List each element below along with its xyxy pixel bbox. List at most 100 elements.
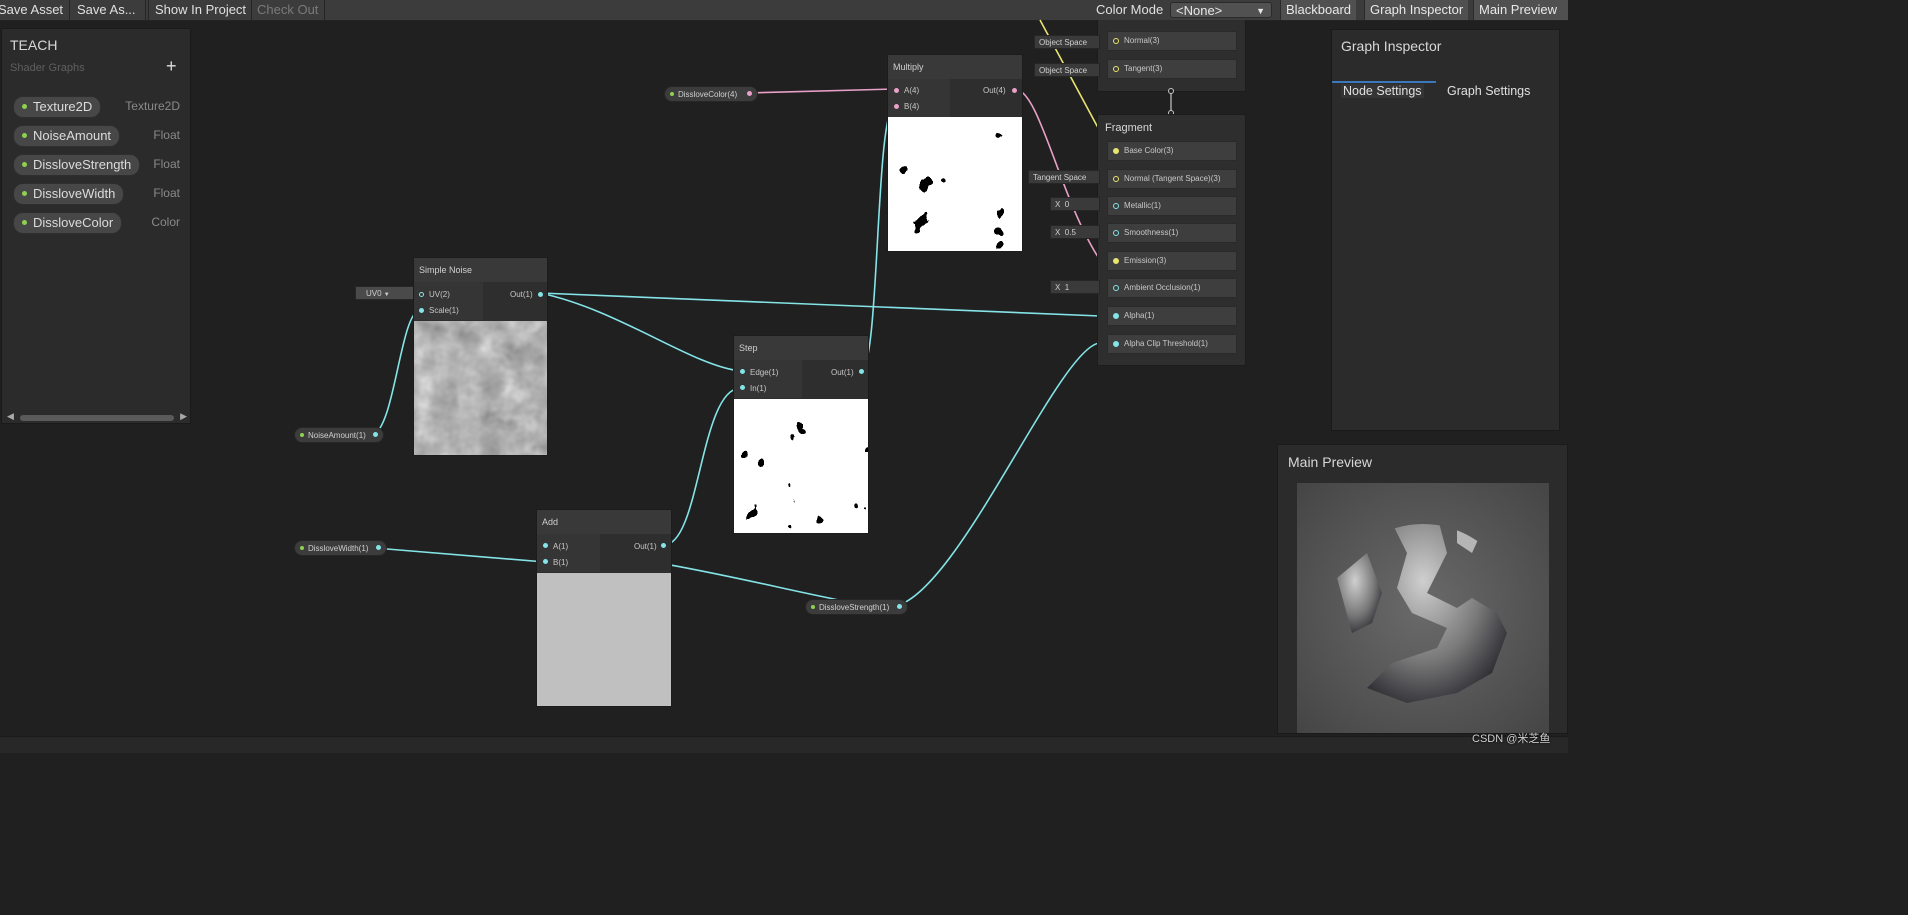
scrollbar-thumb[interactable] bbox=[20, 415, 174, 421]
input-port[interactable] bbox=[419, 308, 424, 313]
fragment-slot-ambient-occlusion[interactable]: Ambient Occlusion(1) bbox=[1107, 278, 1237, 298]
port-label: A(1) bbox=[553, 542, 569, 551]
wire-width-to-add-b bbox=[374, 547, 546, 563]
vertex-context: Normal(3) Tangent(3) bbox=[1097, 20, 1246, 92]
input-port[interactable] bbox=[740, 369, 745, 374]
output-port[interactable] bbox=[373, 432, 378, 437]
input-port[interactable] bbox=[419, 292, 424, 297]
wire-strength-to-clip bbox=[895, 342, 1101, 607]
node-add[interactable]: Add A(1) B(1) Out(1) bbox=[536, 509, 672, 707]
port-label: In(1) bbox=[750, 384, 767, 393]
property-node-noise-amount[interactable]: NoiseAmount(1) bbox=[294, 427, 384, 443]
fragment-slot-emission[interactable]: Emission(3) bbox=[1107, 251, 1237, 271]
property-name: DissloveStrength bbox=[33, 157, 132, 172]
port-label: Out(4) bbox=[983, 86, 1006, 95]
node-title: Step bbox=[734, 336, 868, 360]
property-dot-icon bbox=[22, 104, 27, 109]
vertex-slot-normal[interactable]: Normal(3) bbox=[1107, 31, 1237, 51]
port-label: B(4) bbox=[904, 102, 920, 111]
fragment-slot-metallic[interactable]: Metallic(1) bbox=[1107, 196, 1237, 216]
tab-node-settings[interactable]: Node Settings bbox=[1341, 84, 1424, 98]
property-dot-icon bbox=[22, 162, 27, 167]
output-port[interactable] bbox=[859, 369, 864, 374]
property-dot-icon bbox=[22, 133, 27, 138]
tab-graph-settings[interactable]: Graph Settings bbox=[1447, 84, 1530, 98]
noise-preview bbox=[414, 321, 547, 455]
node-title: Multiply bbox=[888, 55, 1022, 79]
vertex-slot-tangent[interactable]: Tangent(3) bbox=[1107, 59, 1237, 79]
property-node-dissolve-width[interactable]: DissloveWidth(1) bbox=[294, 540, 387, 556]
port-label: Out(1) bbox=[510, 290, 533, 299]
input-port[interactable] bbox=[543, 559, 548, 564]
multiply-preview bbox=[888, 117, 1022, 251]
fragment-slot-normal[interactable]: Normal (Tangent Space)(3) bbox=[1107, 169, 1237, 189]
normal-tangent-space-field[interactable]: Tangent Space bbox=[1028, 170, 1100, 184]
property-pill-disslovestrength[interactable]: DissloveStrength bbox=[13, 154, 141, 176]
watermark-text: CSDN @米芝鱼 bbox=[1472, 733, 1551, 745]
chevron-down-icon: ▼ bbox=[383, 292, 390, 298]
tangent-space-field[interactable]: Object Space bbox=[1034, 63, 1100, 77]
input-port[interactable] bbox=[894, 104, 899, 109]
property-pill-noiseamount[interactable]: NoiseAmount bbox=[13, 125, 121, 147]
output-port[interactable] bbox=[661, 543, 666, 548]
port-label: UV(2) bbox=[429, 290, 450, 299]
context-connector-icon bbox=[1168, 88, 1174, 94]
output-port[interactable] bbox=[897, 604, 902, 609]
output-port[interactable] bbox=[747, 91, 752, 96]
wire-noise-to-step-edge bbox=[539, 292, 741, 372]
property-pill-dissolvewidth[interactable]: DissloveWidth bbox=[13, 183, 125, 205]
fragment-slot-alpha[interactable]: Alpha(1) bbox=[1107, 306, 1237, 326]
property-name: DissloveWidth bbox=[33, 186, 116, 201]
port-label: Out(1) bbox=[831, 368, 854, 377]
preview-viewport[interactable] bbox=[1297, 483, 1549, 733]
input-port[interactable] bbox=[740, 385, 745, 390]
blackboard-scrollbar[interactable]: ◀ ▶ bbox=[6, 411, 188, 423]
blackboard-subtitle: Shader Graphs bbox=[10, 62, 85, 74]
add-preview bbox=[537, 573, 671, 706]
input-port[interactable] bbox=[894, 88, 899, 93]
node-title: Add bbox=[537, 510, 671, 534]
property-type: Color bbox=[151, 215, 180, 229]
node-multiply[interactable]: Multiply A(4) B(4) Out(4) bbox=[887, 54, 1023, 252]
ao-value-field[interactable]: X 1 bbox=[1050, 280, 1100, 294]
port-label: Scale(1) bbox=[429, 306, 459, 315]
wire-add-to-step-in bbox=[663, 387, 741, 546]
property-node-dissolve-strength[interactable]: DissloveStrength(1) bbox=[805, 599, 908, 615]
node-step[interactable]: Step Edge(1) In(1) Out(1) bbox=[733, 335, 869, 534]
inspector-title: Graph Inspector bbox=[1341, 38, 1442, 54]
fragment-slot-base-color[interactable]: Base Color(3) bbox=[1107, 141, 1237, 161]
scroll-right-icon[interactable]: ▶ bbox=[180, 411, 187, 422]
fragment-slot-smoothness[interactable]: Smoothness(1) bbox=[1107, 223, 1237, 243]
output-port[interactable] bbox=[1012, 88, 1017, 93]
property-type: Float bbox=[153, 128, 180, 142]
preview-title: Main Preview bbox=[1288, 454, 1373, 470]
port-label: Out(1) bbox=[634, 542, 657, 551]
graph-inspector-panel: Graph Inspector Node Settings Graph Sett… bbox=[1331, 29, 1560, 431]
property-pill-dissolvecolor[interactable]: DissloveColor bbox=[13, 212, 123, 234]
wire-noise-to-alpha bbox=[539, 292, 1101, 317]
input-port[interactable] bbox=[543, 543, 548, 548]
add-property-button[interactable]: + bbox=[166, 56, 177, 77]
fragment-slot-alpha-clip[interactable]: Alpha Clip Threshold(1) bbox=[1107, 334, 1237, 354]
property-type: Float bbox=[153, 157, 180, 171]
property-type: Float bbox=[153, 186, 180, 200]
output-port[interactable] bbox=[538, 292, 543, 297]
port-label: B(1) bbox=[553, 558, 569, 567]
scroll-left-icon[interactable]: ◀ bbox=[7, 411, 14, 422]
property-node-dissolve-color[interactable]: DissloveColor(4) bbox=[664, 86, 758, 102]
port-label: A(4) bbox=[904, 86, 920, 95]
property-name: DissloveColor bbox=[33, 215, 114, 230]
uv-channel-dropdown[interactable]: UV0 ▼ bbox=[355, 286, 415, 300]
blackboard-panel: TEACH Shader Graphs + Texture2D Texture2… bbox=[1, 28, 191, 424]
step-preview bbox=[734, 399, 868, 533]
normal-space-field[interactable]: Object Space bbox=[1034, 35, 1100, 49]
property-dot-icon bbox=[22, 191, 27, 196]
property-type: Texture2D bbox=[125, 99, 180, 113]
smoothness-value-field[interactable]: X 0.5 bbox=[1050, 225, 1100, 239]
node-simple-noise[interactable]: Simple Noise UV(2) Scale(1) Out(1) bbox=[413, 257, 548, 456]
port-label: Edge(1) bbox=[750, 368, 779, 377]
property-pill-texture2d[interactable]: Texture2D bbox=[13, 96, 102, 118]
wire-color-to-multiply-a bbox=[745, 88, 896, 94]
metallic-value-field[interactable]: X 0 bbox=[1050, 197, 1100, 211]
output-port[interactable] bbox=[376, 545, 381, 550]
